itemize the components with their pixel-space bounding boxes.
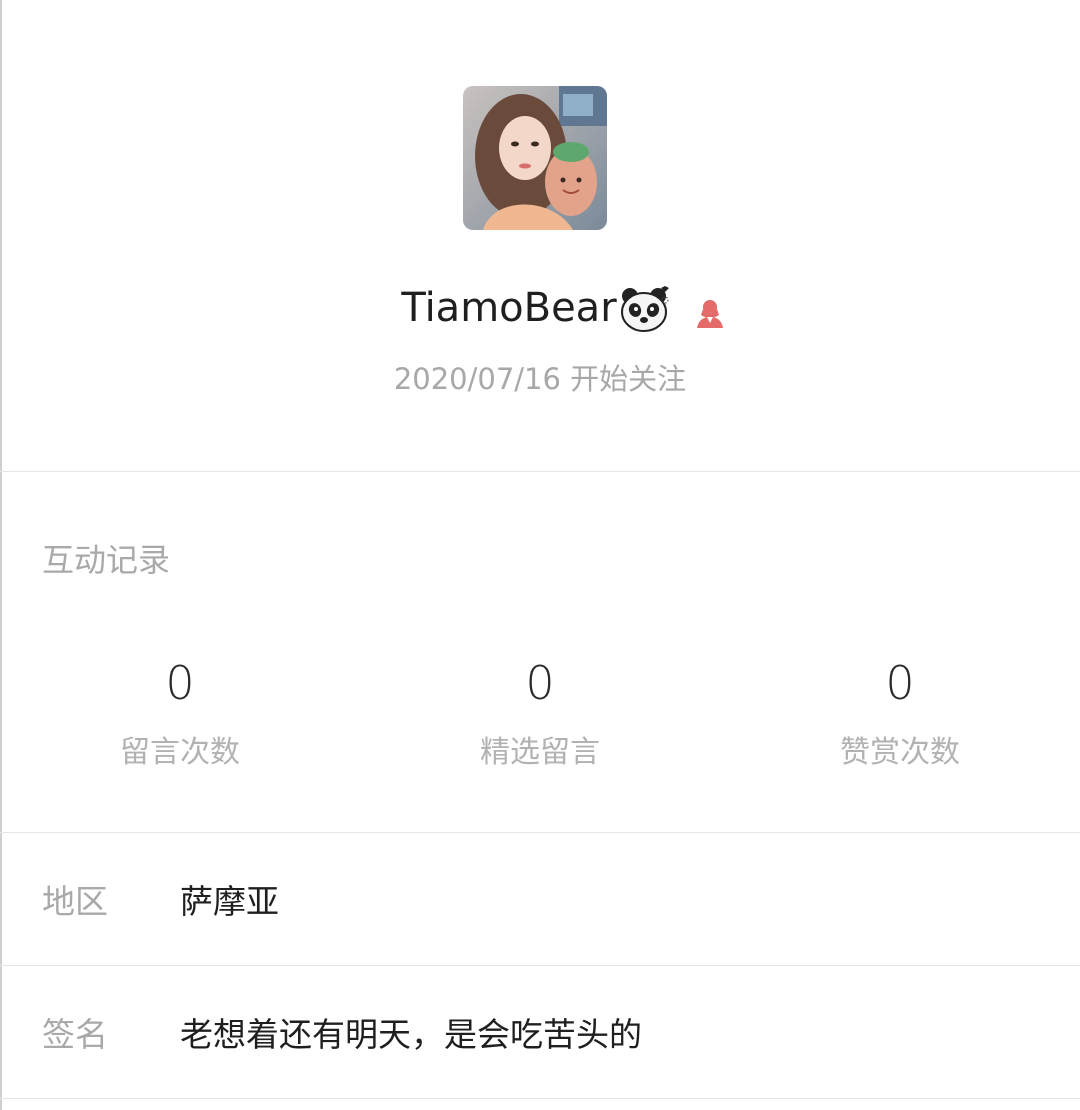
region-value: 萨摩亚 (180, 882, 279, 921)
panda-emoji-icon (619, 284, 671, 336)
stat-label: 精选留言 (480, 735, 600, 770)
nickname: TiamoBear (401, 285, 617, 331)
avatar-photo (463, 86, 607, 230)
stat-comment-count[interactable]: 0 留言次数 (60, 650, 300, 776)
name-row: TiamoBear (0, 278, 1080, 338)
avatar[interactable] (463, 86, 607, 230)
divider (0, 965, 1080, 966)
info-row-region: 地区 萨摩亚 (0, 834, 1080, 966)
interaction-stats: 0 留言次数 0 精选留言 0 赞赏次数 (0, 650, 1080, 780)
female-user-icon (693, 295, 727, 329)
stat-label: 赞赏次数 (840, 735, 960, 770)
divider (0, 832, 1080, 833)
follow-date: 2020/07/16 开始关注 (393, 362, 687, 396)
stat-reward-count[interactable]: 0 赞赏次数 (780, 650, 1020, 776)
signature-value: 老想着还有明天，是会吃苦头的 (180, 1015, 642, 1054)
region-label: 地区 (42, 882, 108, 921)
stat-label: 留言次数 (120, 735, 240, 770)
stat-value: 0 (885, 656, 915, 710)
signature-label: 签名 (42, 1015, 108, 1054)
divider (0, 471, 1080, 472)
section-title-interaction: 互动记录 (42, 541, 171, 579)
stat-featured-comments[interactable]: 0 精选留言 (420, 650, 660, 776)
divider (0, 1098, 1080, 1099)
stat-value: 0 (165, 656, 195, 710)
info-row-signature: 签名 老想着还有明天，是会吃苦头的 (0, 967, 1080, 1099)
stat-value: 0 (525, 656, 555, 710)
